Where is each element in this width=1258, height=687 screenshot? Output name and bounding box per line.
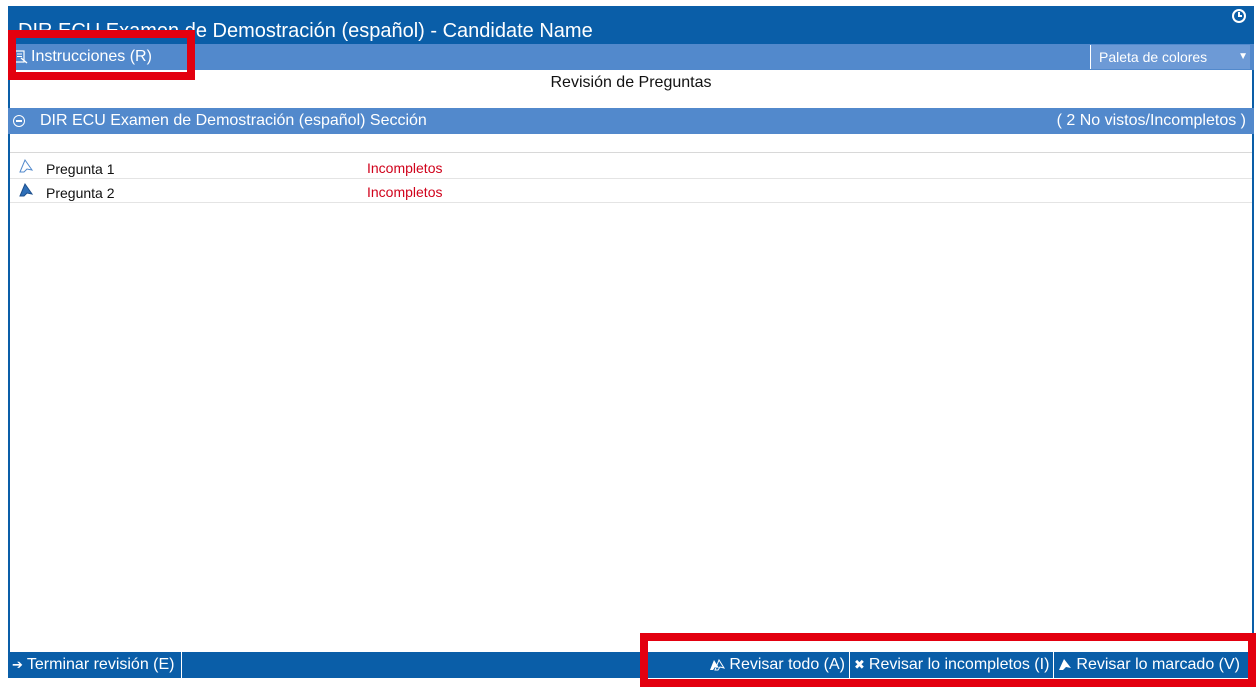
flag-outline-icon: [19, 158, 34, 173]
section-header[interactable]: DIR ECU Examen de Demostración (español)…: [8, 108, 1254, 134]
question-status: Incompletos: [367, 160, 443, 176]
review-all-icon: [710, 658, 726, 671]
end-review-button[interactable]: ➔ Terminar revisión (E): [12, 652, 182, 678]
exam-window-frame: [8, 6, 1254, 678]
window-title: DIR ECU Examen de Demostración (español)…: [18, 20, 593, 42]
instructions-icon: [14, 50, 28, 64]
collapse-icon[interactable]: [13, 115, 25, 127]
section-status: ( 2 No vistos/Incompletos ): [1056, 112, 1246, 129]
review-flagged-button[interactable]: Revisar lo marcado (V): [1053, 652, 1244, 678]
list-divider: [10, 152, 1252, 153]
question-label: Pregunta 2: [46, 185, 115, 201]
close-icon: ✖: [853, 657, 865, 672]
color-palette-dropdown[interactable]: Paleta de colores ▼: [1090, 45, 1250, 69]
bottom-navigation-bar: ➔ Terminar revisión (E) Revisar todo (A) …: [8, 652, 1254, 678]
instructions-button[interactable]: Instrucciones (R): [14, 46, 152, 68]
title-bar: DIR ECU Examen de Demostración (español)…: [8, 6, 1254, 44]
dropdown-caret-icon: ▼: [1238, 51, 1248, 62]
review-all-label: Revisar todo (A): [729, 656, 845, 673]
page-title: Revisión de Preguntas: [550, 74, 712, 91]
review-flagged-label: Revisar lo marcado (V): [1076, 656, 1240, 673]
exit-icon: ➔: [12, 657, 23, 672]
review-all-button[interactable]: Revisar todo (A): [705, 652, 849, 678]
end-review-label: Terminar revisión (E): [26, 656, 175, 673]
question-status: Incompletos: [367, 184, 443, 200]
color-palette-label: Paleta de colores: [1099, 49, 1208, 65]
question-row-2[interactable]: Pregunta 2 Incompletos: [10, 179, 1252, 203]
question-row-1[interactable]: Pregunta 1 Incompletos: [10, 155, 1252, 179]
review-incomplete-label: Revisar lo incompletos (I): [868, 656, 1050, 673]
instructions-label: Instrucciones (R): [31, 48, 152, 65]
flag-filled-icon: [19, 182, 34, 197]
review-incomplete-button[interactable]: ✖ Revisar lo incompletos (I): [848, 652, 1053, 678]
clock-icon[interactable]: [1232, 9, 1246, 23]
section-title: DIR ECU Examen de Demostración (español)…: [40, 112, 427, 129]
flag-icon: [1059, 659, 1072, 670]
review-button-group: Revisar todo (A) ✖ Revisar lo incompleto…: [705, 652, 1244, 678]
question-label: Pregunta 1: [46, 161, 115, 177]
toolbar: Instrucciones (R) Paleta de colores ▼: [8, 44, 1254, 70]
